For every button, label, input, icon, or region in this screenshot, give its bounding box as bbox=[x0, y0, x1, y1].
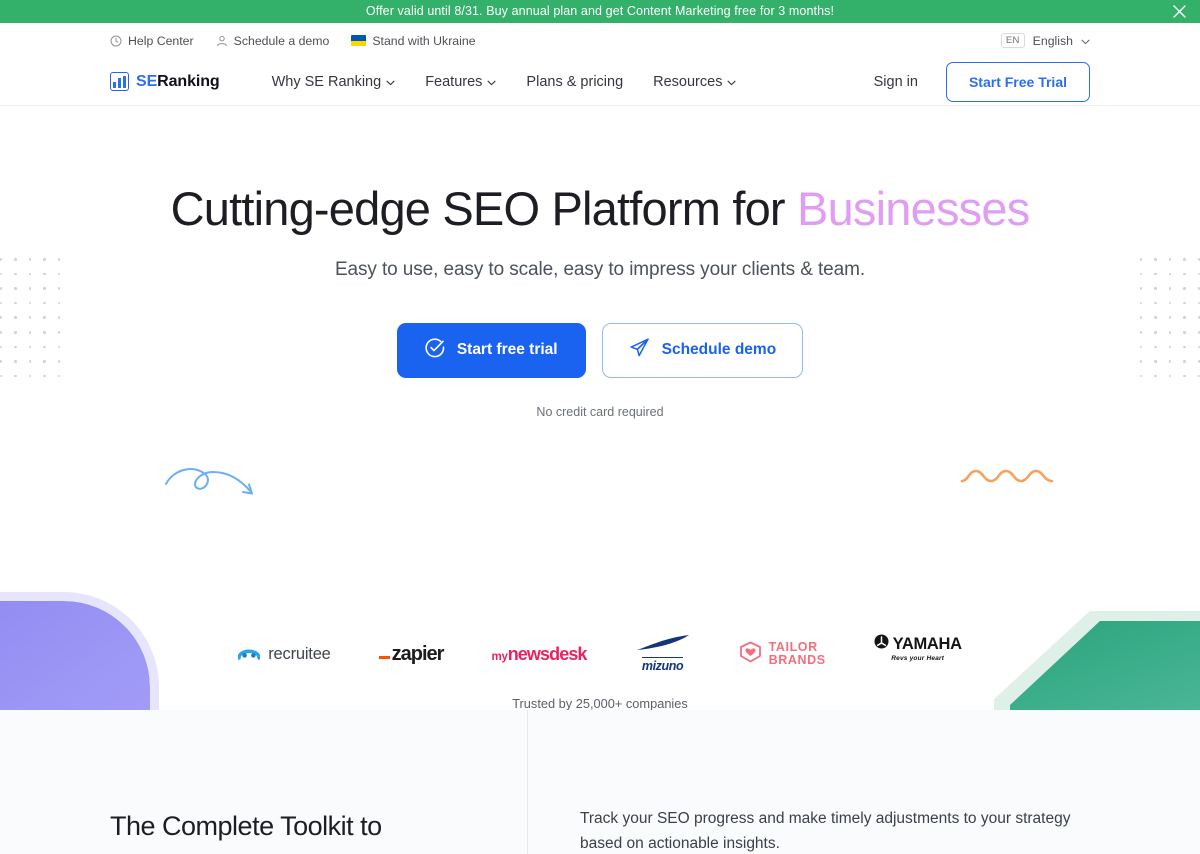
yamaha-tagline: Revs your Heart bbox=[891, 655, 945, 662]
client-logo-mizuno: mizuno bbox=[635, 634, 691, 674]
client-logo-mynewsdesk: my newsdesk bbox=[491, 634, 587, 674]
hero-subtitle: Easy to use, easy to scale, easy to impr… bbox=[334, 258, 866, 280]
mizuno-bird-icon bbox=[635, 634, 691, 656]
tailor-heart-icon bbox=[739, 641, 762, 668]
utility-item-label: Schedule a demo bbox=[233, 33, 330, 48]
hero-content: Cutting-edge SEO Platform for Businesses… bbox=[0, 106, 1200, 419]
chevron-down-icon bbox=[1081, 32, 1090, 50]
page-title: Cutting-edge SEO Platform for Businesses bbox=[0, 183, 1200, 235]
client-logos: recruitee zapier my newsdesk mizuno TAIL… bbox=[0, 634, 1200, 674]
promo-banner-text: Offer valid until 8/31. Buy annual plan … bbox=[365, 4, 835, 19]
nav-link-features[interactable]: Features bbox=[425, 74, 496, 90]
logo-text: SERanking bbox=[136, 73, 220, 91]
client-logo-label: zapier bbox=[378, 643, 444, 666]
ukraine-flag-icon bbox=[351, 35, 367, 46]
client-logo-label: TAILOR BRANDS bbox=[768, 640, 826, 667]
button-label: Start free trial bbox=[456, 341, 558, 359]
client-logo-label: my newsdesk bbox=[491, 643, 587, 664]
person-icon bbox=[216, 35, 228, 47]
language-code: EN bbox=[1000, 32, 1025, 49]
client-logo-recruitee: recruitee bbox=[237, 634, 331, 674]
toolkit-left-column: The Complete Toolkit to bbox=[0, 710, 527, 854]
hero-title-accent: Businesses bbox=[797, 182, 1030, 235]
section-body-text: Track your SEO progress and make timely … bbox=[580, 810, 1071, 853]
section-title: The Complete Toolkit to bbox=[110, 811, 382, 841]
utility-item-label: Help Center bbox=[128, 33, 194, 48]
nav-link-label: Plans & pricing bbox=[526, 73, 624, 90]
sign-in-link[interactable]: Sign in bbox=[874, 74, 918, 90]
client-logo-yamaha: YAMAHA Revs your Heart bbox=[874, 634, 962, 674]
client-logo-tailor-brands: TAILOR BRANDS bbox=[739, 634, 826, 674]
toolkit-right-column: Track your SEO progress and make timely … bbox=[527, 710, 1200, 854]
nav-link-label: Features bbox=[425, 73, 483, 90]
utility-links: Help Center Schedule a demo Stand with U… bbox=[110, 34, 476, 48]
hero-section: Cutting-edge SEO Platform for Businesses… bbox=[0, 106, 1200, 710]
client-logo-zapier: zapier bbox=[378, 634, 444, 674]
utility-item-label: Stand with Ukraine bbox=[372, 33, 476, 48]
toolkit-section: The Complete Toolkit to Track your SEO p… bbox=[0, 710, 1200, 854]
utility-item-stand-with-ukraine[interactable]: Stand with Ukraine bbox=[351, 33, 476, 48]
bar-chart-icon bbox=[110, 72, 129, 91]
trusted-by-text: Trusted by 25,000+ companies bbox=[512, 696, 688, 710]
nav-link-resources[interactable]: Resources bbox=[653, 73, 737, 90]
button-label: Schedule demo bbox=[661, 341, 777, 359]
clock-icon bbox=[110, 35, 122, 47]
start-free-trial-hero-button[interactable]: Start free trial bbox=[396, 322, 586, 378]
recruitee-icon bbox=[237, 644, 261, 665]
chevron-down-icon bbox=[727, 74, 737, 90]
paper-plane-icon bbox=[629, 337, 650, 363]
zapier-dash-icon bbox=[378, 655, 390, 660]
client-logo-label: YAMAHA bbox=[892, 634, 962, 653]
nav-link-label: Why SE Ranking bbox=[271, 73, 382, 90]
utility-item-help-center[interactable]: Help Center bbox=[110, 34, 194, 48]
nav-link-plans-pricing[interactable]: Plans & pricing bbox=[526, 74, 623, 90]
chevron-down-icon bbox=[386, 74, 395, 90]
hero-title-main: Cutting-edge SEO Platform for bbox=[170, 182, 798, 235]
language-label: English bbox=[1032, 33, 1073, 48]
close-icon[interactable] bbox=[1171, 4, 1187, 20]
client-logo-label: recruitee bbox=[268, 644, 331, 663]
hero-cta-group: Start free trial Schedule demo bbox=[0, 322, 1200, 378]
language-selector[interactable]: EN English bbox=[1000, 32, 1090, 50]
start-free-trial-button[interactable]: Start Free Trial bbox=[945, 61, 1090, 102]
utility-bar: Help Center Schedule a demo Stand with U… bbox=[0, 23, 1200, 58]
nav-actions: Sign in Start Free Trial bbox=[874, 61, 1090, 102]
client-logo-label: mizuno bbox=[641, 657, 684, 673]
nav-links: Why SE Ranking Features Plans & pricing … bbox=[272, 74, 737, 90]
check-circle-icon bbox=[425, 338, 445, 363]
nav-link-why-se-ranking[interactable]: Why SE Ranking bbox=[272, 74, 396, 90]
yamaha-tuning-fork-icon bbox=[874, 634, 889, 654]
wave-squiggle-icon bbox=[958, 464, 1058, 499]
logo-text-se: SE bbox=[136, 72, 158, 90]
main-navigation: SERanking Why SE Ranking Features Plans … bbox=[0, 58, 1200, 106]
nav-link-label: Resources bbox=[653, 73, 723, 90]
logo-text-ranking: Ranking bbox=[157, 72, 220, 90]
logo[interactable]: SERanking bbox=[110, 72, 220, 91]
promo-banner: Offer valid until 8/31. Buy annual plan … bbox=[0, 0, 1200, 23]
curly-arrow-icon bbox=[163, 462, 263, 507]
utility-item-schedule-demo[interactable]: Schedule a demo bbox=[216, 33, 330, 48]
schedule-demo-button[interactable]: Schedule demo bbox=[601, 322, 804, 378]
no-credit-card-note: No credit card required bbox=[536, 404, 664, 419]
chevron-down-icon bbox=[487, 74, 496, 90]
